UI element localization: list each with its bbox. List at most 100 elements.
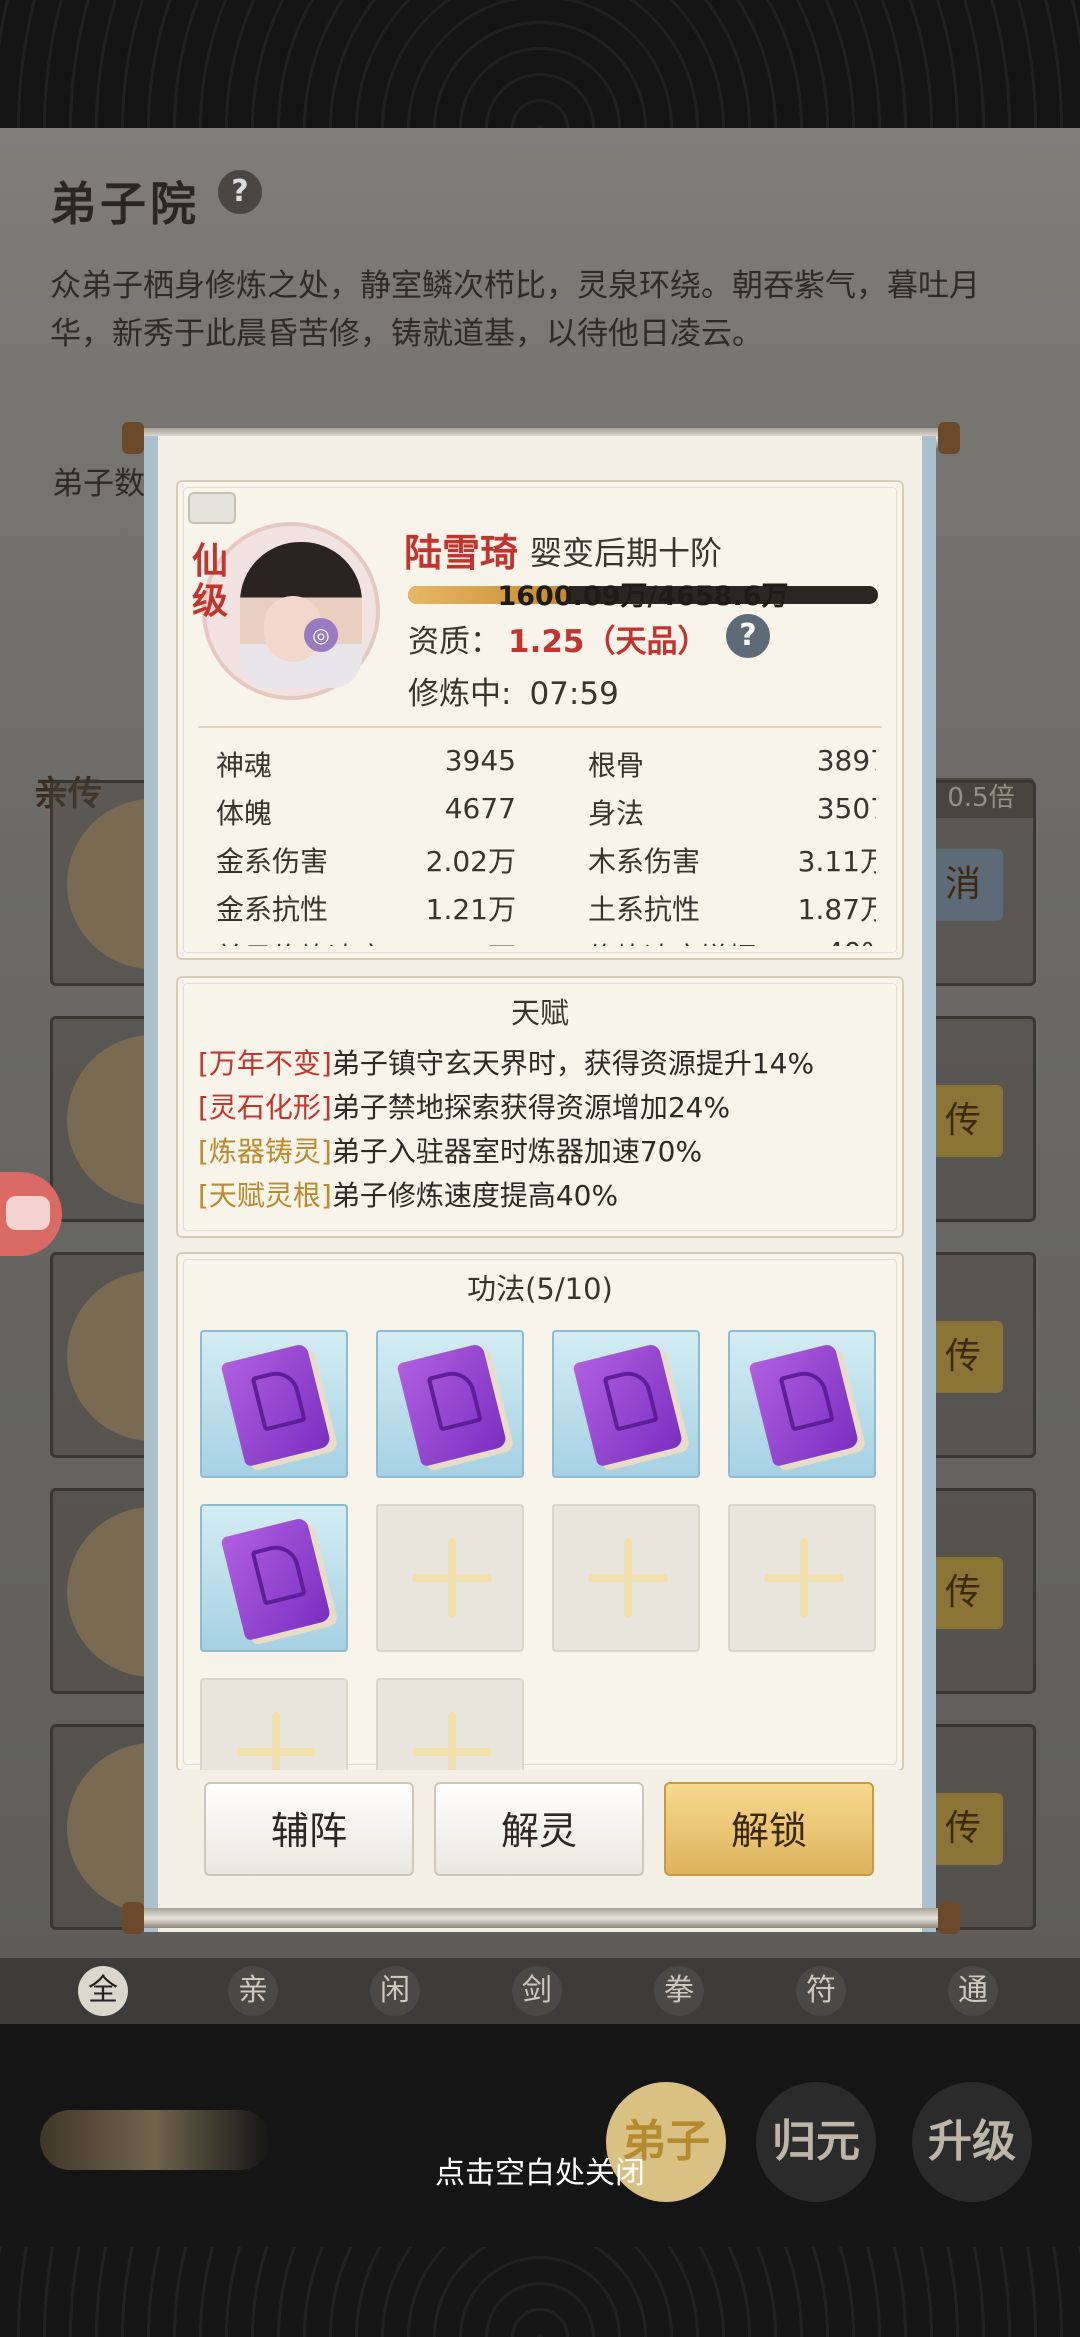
- skill-book-slot[interactable]: [728, 1330, 876, 1478]
- stat-item: 身法 3507: [588, 784, 876, 832]
- scroll-rod-bottom: [122, 1902, 960, 1934]
- talent-text: 弟子入驻器室时炼器加速70%: [331, 1135, 703, 1168]
- assistant-face-icon: [6, 1196, 50, 1230]
- stat-key: 金系抗性: [216, 893, 329, 926]
- action-bar: 辅阵 解灵 解锁: [176, 1770, 904, 1900]
- book-icon: [396, 1342, 508, 1468]
- plus-icon: [448, 1538, 456, 1618]
- plus-icon: [800, 1538, 808, 1618]
- release-spirit-button[interactable]: 解灵: [434, 1782, 644, 1876]
- book-icon: [220, 1342, 332, 1468]
- talents-title: 天赋: [510, 996, 569, 1030]
- stat-value: 3507: [816, 792, 876, 825]
- aptitude-help-icon[interactable]: ?: [726, 614, 770, 658]
- stat-key: 神魂: [216, 749, 273, 782]
- talent-item: [天赋灵根]弟子修炼速度提高40%: [198, 1174, 618, 1214]
- stat-item: 修炼速度增幅 40%: [588, 928, 876, 946]
- talent-text: 弟子禁地探索获得资源增加24%: [331, 1091, 731, 1124]
- disciple-name: 陆雪琦: [404, 531, 519, 575]
- aptitude-value: 1.25（天品）: [508, 624, 709, 660]
- stat-item: 根骨 3897: [588, 736, 876, 784]
- disciple-realm: 婴变后期十阶: [530, 534, 723, 572]
- status-label: 修炼中:: [408, 676, 512, 712]
- stat-item: 木系伤害 3.11万: [588, 832, 876, 880]
- stat-item: 金系抗性 1.21万: [216, 880, 516, 928]
- filter-idle[interactable]: 闲: [370, 1966, 420, 2016]
- stat-key: 土系抗性: [588, 893, 701, 926]
- stat-value: 3945: [444, 744, 516, 777]
- divider: [198, 726, 882, 728]
- empty-skill-slot[interactable]: [376, 1678, 524, 1770]
- empty-skill-slot[interactable]: [728, 1504, 876, 1652]
- talent-item: [炼器铸灵]弟子入驻器室时炼器加速70%: [198, 1130, 702, 1170]
- talent-item: [灵石化形]弟子禁地探索获得资源增加24%: [198, 1086, 730, 1126]
- plus-icon: [448, 1712, 456, 1770]
- stat-value: 40%: [826, 936, 876, 946]
- top-status-area: [0, 0, 1080, 128]
- skills-title: 功法(5/10): [467, 1272, 613, 1306]
- book-icon: [220, 1516, 332, 1642]
- stat-value: 4677: [444, 792, 516, 825]
- stat-key: 身法: [588, 797, 645, 830]
- stat-item: 弟子修炼速度 66.27万: [216, 928, 516, 946]
- stat-value: 2.02万: [425, 845, 516, 878]
- disciple-count-label: 弟子数: [52, 466, 145, 502]
- unlock-button[interactable]: 解锁: [664, 1782, 874, 1876]
- stat-key: 根骨: [588, 749, 645, 782]
- plus-icon: [624, 1538, 632, 1618]
- stat-item: 金系伤害 2.02万: [216, 832, 516, 880]
- stat-value: 66.27万: [408, 936, 516, 946]
- status-time: 07:59: [529, 676, 619, 712]
- talent-tag: [灵石化形]: [198, 1091, 332, 1124]
- filter-fist[interactable]: 拳: [654, 1966, 704, 2016]
- stat-key: 修炼速度增幅: [588, 936, 756, 946]
- filter-talisman[interactable]: 符: [796, 1966, 846, 2016]
- filter-personal[interactable]: 亲: [228, 1966, 278, 2016]
- aptitude-label: 资质：: [408, 624, 501, 660]
- talent-tag: [炼器铸灵]: [198, 1135, 332, 1168]
- cultivation-status: 修炼中: 07:59: [408, 668, 619, 713]
- empty-skill-slot[interactable]: [552, 1504, 700, 1652]
- filter-sword[interactable]: 剑: [512, 1966, 562, 2016]
- skill-book-slot[interactable]: [552, 1330, 700, 1478]
- stat-value: 3.11万: [797, 845, 876, 878]
- stat-item: 神魂 3945: [216, 736, 516, 784]
- book-icon: [572, 1342, 684, 1468]
- grade-badge: 仙级: [191, 541, 228, 622]
- talent-item: [万年不变]弟子镇守玄天界时，获得资源提升14%: [198, 1042, 814, 1082]
- filter-all[interactable]: 全: [78, 1966, 128, 2016]
- swirl-icon: ◎: [304, 618, 338, 652]
- empty-skill-slot[interactable]: [376, 1504, 524, 1652]
- filter-general[interactable]: 通: [948, 1966, 998, 2016]
- stat-key: 体魄: [216, 797, 273, 830]
- stat-key: 金系伤害: [216, 845, 329, 878]
- talent-tag: [万年不变]: [198, 1047, 332, 1080]
- filter-bar: 全 亲 闲 剑 拳 符 通: [0, 1958, 1080, 2024]
- talents-panel: 天赋 [万年不变]弟子镇守玄天界时，获得资源提升14% [灵石化形]弟子禁地探索…: [176, 976, 904, 1238]
- stat-key: 木系伤害: [588, 845, 701, 878]
- talent-text: 弟子镇守玄天界时，获得资源提升14%: [331, 1047, 815, 1080]
- profile-panel: 仙级 ◎ 陆雪琦 婴变后期十阶 1600.09万/4658.6万 资质： 1.2…: [176, 480, 904, 960]
- close-hint[interactable]: 点击空白处关闭: [0, 2148, 1080, 2192]
- stat-key: 弟子修炼速度: [216, 936, 384, 946]
- formation-button[interactable]: 辅阵: [204, 1782, 414, 1876]
- stat-item: 土系抗性 1.87万: [588, 880, 876, 928]
- skill-book-slot[interactable]: [200, 1504, 348, 1652]
- exp-text: 1600.09万/4658.6万: [497, 581, 789, 612]
- page-description: 众弟子栖身修炼之处，静室鳞次栉比，灵泉环绕。朝吞紫气，暮吐月华，新秀于此晨昏苦修…: [50, 268, 980, 352]
- stat-value: 1.21万: [425, 893, 516, 926]
- skills-panel: 功法(5/10): [176, 1252, 904, 1772]
- skill-book-slot[interactable]: [376, 1330, 524, 1478]
- page-title: 弟子院: [50, 177, 200, 231]
- talent-text: 弟子修炼速度提高40%: [331, 1179, 619, 1212]
- stats-list[interactable]: 神魂 3945 根骨 3897 体魄 4677 身法 3507 金系伤害 2.02万 木系…: [216, 736, 876, 946]
- help-icon[interactable]: ?: [218, 170, 262, 214]
- talent-tag: [天赋灵根]: [198, 1179, 332, 1212]
- stat-value: 1.87万: [797, 893, 876, 926]
- stat-value: 3897: [816, 744, 876, 777]
- tag-icon[interactable]: [188, 492, 236, 524]
- skill-book-slot[interactable]: [200, 1330, 348, 1478]
- book-icon: [748, 1342, 860, 1468]
- stat-item: 体魄 4677: [216, 784, 516, 832]
- empty-skill-slot[interactable]: [200, 1678, 348, 1770]
